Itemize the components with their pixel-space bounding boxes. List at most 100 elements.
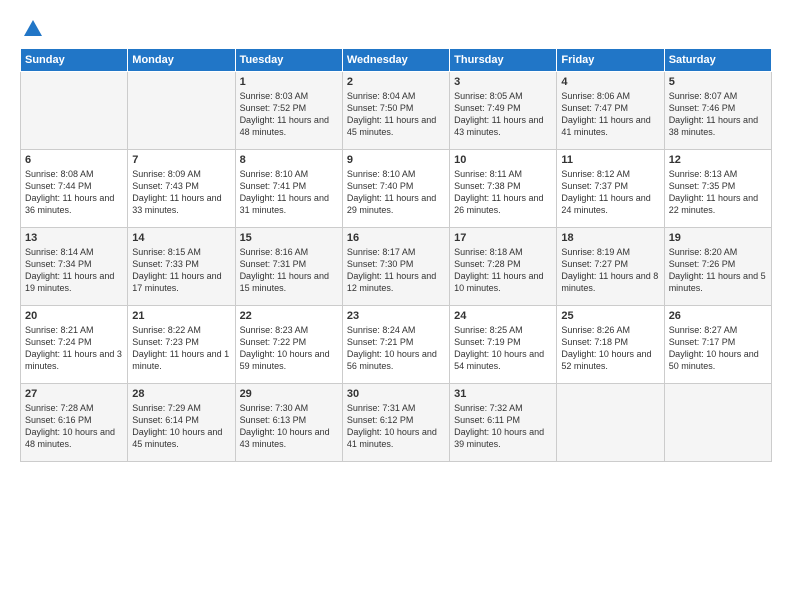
day-number: 1 <box>240 76 338 88</box>
cell-content: Sunrise: 8:12 AM Sunset: 7:37 PM Dayligh… <box>561 168 659 217</box>
day-number: 10 <box>454 154 552 166</box>
cell-content: Sunrise: 8:18 AM Sunset: 7:28 PM Dayligh… <box>454 246 552 295</box>
cell-content: Sunrise: 8:21 AM Sunset: 7:24 PM Dayligh… <box>25 324 123 373</box>
cell-content: Sunrise: 8:08 AM Sunset: 7:44 PM Dayligh… <box>25 168 123 217</box>
day-number: 11 <box>561 154 659 166</box>
day-number: 18 <box>561 232 659 244</box>
day-number: 5 <box>669 76 767 88</box>
cell-content: Sunrise: 7:29 AM Sunset: 6:14 PM Dayligh… <box>132 402 230 451</box>
day-number: 9 <box>347 154 445 166</box>
cell-content: Sunrise: 8:23 AM Sunset: 7:22 PM Dayligh… <box>240 324 338 373</box>
calendar-cell: 13 Sunrise: 8:14 AM Sunset: 7:34 PM Dayli… <box>21 228 128 306</box>
day-number: 4 <box>561 76 659 88</box>
cell-content: Sunrise: 8:10 AM Sunset: 7:40 PM Dayligh… <box>347 168 445 217</box>
calendar-cell: 14 Sunrise: 8:15 AM Sunset: 7:33 PM Dayli… <box>128 228 235 306</box>
logo-icon <box>22 18 44 40</box>
calendar-cell: 3 Sunrise: 8:05 AM Sunset: 7:49 PM Daylig… <box>450 72 557 150</box>
cell-content: Sunrise: 8:10 AM Sunset: 7:41 PM Dayligh… <box>240 168 338 217</box>
day-number: 7 <box>132 154 230 166</box>
day-number: 14 <box>132 232 230 244</box>
cell-content: Sunrise: 8:14 AM Sunset: 7:34 PM Dayligh… <box>25 246 123 295</box>
day-number: 22 <box>240 310 338 322</box>
cell-content: Sunrise: 7:28 AM Sunset: 6:16 PM Dayligh… <box>25 402 123 451</box>
calendar-cell: 24 Sunrise: 8:25 AM Sunset: 7:19 PM Dayli… <box>450 306 557 384</box>
cell-content: Sunrise: 8:25 AM Sunset: 7:19 PM Dayligh… <box>454 324 552 373</box>
day-number: 24 <box>454 310 552 322</box>
day-number: 23 <box>347 310 445 322</box>
cell-content: Sunrise: 7:30 AM Sunset: 6:13 PM Dayligh… <box>240 402 338 451</box>
cell-content: Sunrise: 8:17 AM Sunset: 7:30 PM Dayligh… <box>347 246 445 295</box>
day-number: 29 <box>240 388 338 400</box>
weekday-header-tuesday: Tuesday <box>235 49 342 72</box>
calendar-cell: 11 Sunrise: 8:12 AM Sunset: 7:37 PM Dayli… <box>557 150 664 228</box>
cell-content: Sunrise: 8:27 AM Sunset: 7:17 PM Dayligh… <box>669 324 767 373</box>
calendar-cell: 6Sunrise: 8:08 AM Sunset: 7:44 PM Daylig… <box>21 150 128 228</box>
calendar-cell: 10 Sunrise: 8:11 AM Sunset: 7:38 PM Dayli… <box>450 150 557 228</box>
calendar-cell: 4 Sunrise: 8:06 AM Sunset: 7:47 PM Daylig… <box>557 72 664 150</box>
cell-content: Sunrise: 8:06 AM Sunset: 7:47 PM Dayligh… <box>561 90 659 139</box>
cell-content: Sunrise: 8:04 AM Sunset: 7:50 PM Dayligh… <box>347 90 445 139</box>
calendar-cell: 15Sunrise: 8:16 AM Sunset: 7:31 PM Dayli… <box>235 228 342 306</box>
weekday-header-sunday: Sunday <box>21 49 128 72</box>
calendar-cell <box>128 72 235 150</box>
cell-content: Sunrise: 8:24 AM Sunset: 7:21 PM Dayligh… <box>347 324 445 373</box>
cell-content: Sunrise: 8:16 AM Sunset: 7:31 PM Dayligh… <box>240 246 338 295</box>
cell-content: Sunrise: 8:07 AM Sunset: 7:46 PM Dayligh… <box>669 90 767 139</box>
calendar-header: SundayMondayTuesdayWednesdayThursdayFrid… <box>21 49 772 72</box>
weekday-header-wednesday: Wednesday <box>342 49 449 72</box>
day-number: 3 <box>454 76 552 88</box>
calendar-cell: 20 Sunrise: 8:21 AM Sunset: 7:24 PM Dayli… <box>21 306 128 384</box>
weekday-header-thursday: Thursday <box>450 49 557 72</box>
calendar-cell <box>557 384 664 462</box>
day-number: 28 <box>132 388 230 400</box>
calendar-cell: 21 Sunrise: 8:22 AM Sunset: 7:23 PM Dayli… <box>128 306 235 384</box>
weekday-header-monday: Monday <box>128 49 235 72</box>
cell-content: Sunrise: 8:20 AM Sunset: 7:26 PM Dayligh… <box>669 246 767 295</box>
calendar-cell: 25Sunrise: 8:26 AM Sunset: 7:18 PM Dayli… <box>557 306 664 384</box>
day-number: 31 <box>454 388 552 400</box>
calendar-cell <box>21 72 128 150</box>
calendar-cell: 26 Sunrise: 8:27 AM Sunset: 7:17 PM Dayli… <box>664 306 771 384</box>
weekday-header-saturday: Saturday <box>664 49 771 72</box>
day-number: 16 <box>347 232 445 244</box>
calendar-cell: 7 Sunrise: 8:09 AM Sunset: 7:43 PM Daylig… <box>128 150 235 228</box>
calendar-cell: 9 Sunrise: 8:10 AM Sunset: 7:40 PM Daylig… <box>342 150 449 228</box>
logo <box>20 18 44 40</box>
calendar-cell: 31Sunrise: 7:32 AM Sunset: 6:11 PM Dayli… <box>450 384 557 462</box>
calendar-cell: 29 Sunrise: 7:30 AM Sunset: 6:13 PM Dayli… <box>235 384 342 462</box>
day-number: 30 <box>347 388 445 400</box>
calendar-cell <box>664 384 771 462</box>
day-number: 20 <box>25 310 123 322</box>
day-number: 19 <box>669 232 767 244</box>
calendar: SundayMondayTuesdayWednesdayThursdayFrid… <box>20 48 772 462</box>
calendar-cell: 2Sunrise: 8:04 AM Sunset: 7:50 PM Daylig… <box>342 72 449 150</box>
day-number: 13 <box>25 232 123 244</box>
calendar-cell: 1 Sunrise: 8:03 AM Sunset: 7:52 PM Daylig… <box>235 72 342 150</box>
calendar-cell: 5 Sunrise: 8:07 AM Sunset: 7:46 PM Daylig… <box>664 72 771 150</box>
calendar-cell: 12 Sunrise: 8:13 AM Sunset: 7:35 PM Dayli… <box>664 150 771 228</box>
cell-content: Sunrise: 8:11 AM Sunset: 7:38 PM Dayligh… <box>454 168 552 217</box>
calendar-cell: 27 Sunrise: 7:28 AM Sunset: 6:16 PM Dayli… <box>21 384 128 462</box>
day-number: 21 <box>132 310 230 322</box>
calendar-cell: 8 Sunrise: 8:10 AM Sunset: 7:41 PM Daylig… <box>235 150 342 228</box>
cell-content: Sunrise: 8:19 AM Sunset: 7:27 PM Dayligh… <box>561 246 659 295</box>
cell-content: Sunrise: 8:15 AM Sunset: 7:33 PM Dayligh… <box>132 246 230 295</box>
calendar-cell: 17 Sunrise: 8:18 AM Sunset: 7:28 PM Dayli… <box>450 228 557 306</box>
day-number: 12 <box>669 154 767 166</box>
cell-content: Sunrise: 8:05 AM Sunset: 7:49 PM Dayligh… <box>454 90 552 139</box>
cell-content: Sunrise: 8:26 AM Sunset: 7:18 PM Dayligh… <box>561 324 659 373</box>
cell-content: Sunrise: 8:03 AM Sunset: 7:52 PM Dayligh… <box>240 90 338 139</box>
calendar-cell: 19 Sunrise: 8:20 AM Sunset: 7:26 PM Dayli… <box>664 228 771 306</box>
cell-content: Sunrise: 8:22 AM Sunset: 7:23 PM Dayligh… <box>132 324 230 373</box>
day-number: 27 <box>25 388 123 400</box>
calendar-cell: 22 Sunrise: 8:23 AM Sunset: 7:22 PM Dayli… <box>235 306 342 384</box>
cell-content: Sunrise: 8:09 AM Sunset: 7:43 PM Dayligh… <box>132 168 230 217</box>
day-number: 17 <box>454 232 552 244</box>
page: SundayMondayTuesdayWednesdayThursdayFrid… <box>0 0 792 612</box>
day-number: 8 <box>240 154 338 166</box>
day-number: 26 <box>669 310 767 322</box>
calendar-cell: 30Sunrise: 7:31 AM Sunset: 6:12 PM Dayli… <box>342 384 449 462</box>
cell-content: Sunrise: 8:13 AM Sunset: 7:35 PM Dayligh… <box>669 168 767 217</box>
calendar-cell: 18 Sunrise: 8:19 AM Sunset: 7:27 PM Dayli… <box>557 228 664 306</box>
weekday-header-friday: Friday <box>557 49 664 72</box>
